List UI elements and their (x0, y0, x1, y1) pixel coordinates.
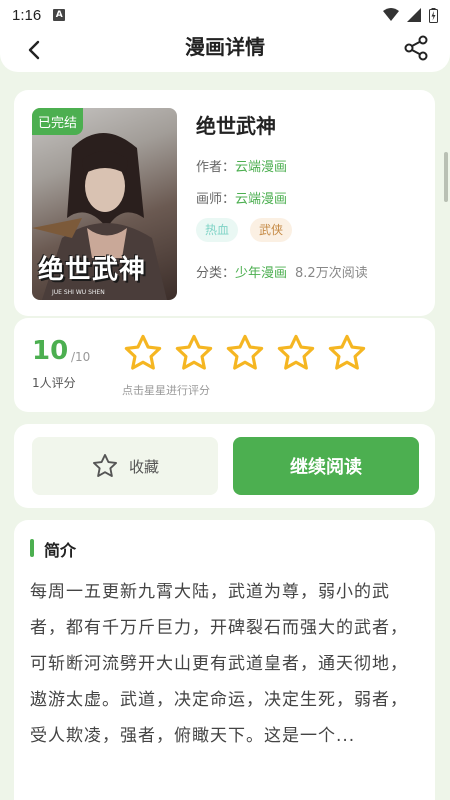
rating-hint: 点击星星进行评分 (122, 384, 210, 397)
star-icon-4[interactable] (275, 332, 317, 374)
tag-wuxia[interactable]: 武侠 (250, 218, 293, 242)
intro-text[interactable]: 每周一五更新九霄大陆，武道为尊，弱小的武者，都有千万斤巨力，开碑裂石而强大的武者… (30, 574, 422, 754)
favorite-label: 收藏 (128, 457, 159, 476)
category-link[interactable]: 少年漫画 (235, 266, 287, 281)
artist-label: 画师： (196, 192, 236, 207)
cover-title: 绝世武神 (38, 255, 147, 285)
author-link[interactable]: 云端漫画 (235, 160, 287, 175)
rating-max: /10 (71, 350, 91, 364)
intro-card: 简介 每周一五更新九霄大陆，武道为尊，弱小的武者，都有千万斤巨力，开碑裂石而强大… (14, 520, 435, 800)
action-card: 收藏 继续阅读 (14, 424, 435, 508)
status-time: 1:16 (12, 6, 42, 24)
star-icon-3[interactable] (224, 332, 266, 374)
cover-subtitle: JUE SHI WU SHEN (52, 289, 105, 296)
comic-cover[interactable]: 已完结 绝世武神 JUE SHI WU SHEN (32, 108, 177, 300)
artist-link[interactable]: 云端漫画 (235, 192, 287, 207)
rating-card: 10 /10 1人评分 点击星星进行评分 (14, 318, 435, 412)
comic-title: 绝世武神 (196, 114, 276, 138)
star-icon-1[interactable] (122, 332, 164, 374)
rater-count: 1人评分 (32, 376, 76, 390)
tag-hot-blood[interactable]: 热血 (196, 218, 239, 242)
signal-icon (407, 8, 421, 22)
artist-row: 画师：云端漫画 (196, 188, 287, 207)
app-header: 漫画详情 (0, 30, 450, 72)
status-icons (383, 7, 438, 23)
star-icon-2[interactable] (173, 332, 215, 374)
favorite-button[interactable]: 收藏 (32, 437, 218, 495)
category-row: 分类：少年漫画 8.2万次阅读 (196, 262, 368, 281)
rating-score: 10 (32, 336, 69, 366)
battery-icon (429, 7, 438, 23)
share-button[interactable] (400, 32, 432, 64)
wifi-icon (383, 8, 399, 21)
author-label: 作者： (196, 160, 236, 175)
comic-info-card: 已完结 绝世武神 JUE SHI WU SHEN 绝世武神 作者：云端漫画 画师… (14, 90, 435, 316)
scrollbar[interactable] (444, 152, 448, 202)
continue-reading-button[interactable]: 继续阅读 (233, 437, 419, 495)
page-title: 漫画详情 (185, 35, 265, 59)
content-area[interactable]: 已完结 绝世武神 JUE SHI WU SHEN 绝世武神 作者：云端漫画 画师… (0, 72, 450, 800)
author-row: 作者：云端漫画 (196, 156, 287, 175)
notification-icon: A (53, 9, 66, 21)
intro-title: 简介 (44, 541, 77, 560)
status-bar: 1:16 A (0, 0, 450, 30)
star-rating (122, 332, 368, 374)
star-outline-icon (92, 453, 118, 477)
category-label: 分类： (196, 266, 236, 281)
completed-badge: 已完结 (32, 108, 84, 135)
star-icon-5[interactable] (326, 332, 368, 374)
view-count: 8.2万次阅读 (295, 266, 368, 281)
share-icon (404, 35, 428, 61)
section-marker (30, 539, 34, 557)
